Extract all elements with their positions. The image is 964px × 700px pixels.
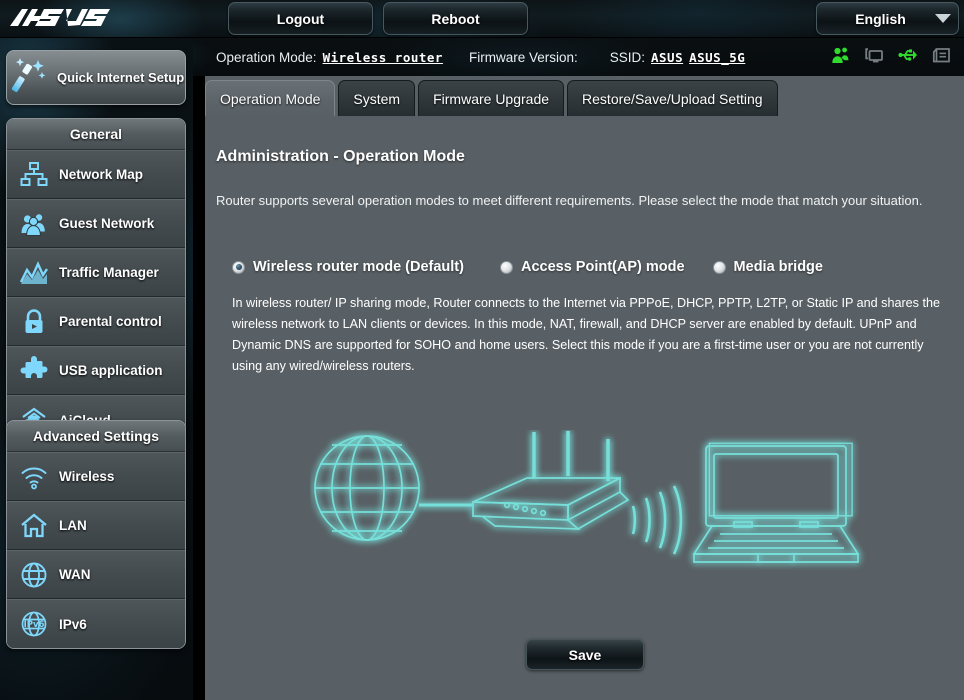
radio-indicator-icon bbox=[232, 260, 245, 274]
traffic-manager-icon bbox=[19, 258, 49, 288]
sidebar-item-label: WAN bbox=[59, 567, 91, 582]
sidebar-item-wan[interactable]: WAN bbox=[7, 550, 185, 599]
wireless-router-topology-diagram bbox=[310, 430, 880, 595]
tab-system[interactable]: System bbox=[338, 80, 416, 116]
sidebar-item-parental-control[interactable]: Parental control bbox=[7, 297, 185, 346]
header-status-icons bbox=[830, 45, 952, 65]
sidebar-item-label: LAN bbox=[59, 518, 87, 533]
puzzle-piece-icon bbox=[19, 355, 49, 386]
clients-users-icon[interactable] bbox=[830, 45, 850, 65]
logout-button[interactable]: Logout bbox=[228, 2, 373, 35]
radio-indicator-icon bbox=[712, 260, 726, 274]
firmware-version-label: Firmware Version: bbox=[468, 49, 578, 65]
chevron-down-icon bbox=[928, 14, 958, 23]
sidebar-item-label: USB application bbox=[59, 363, 163, 378]
magic-wand-icon bbox=[7, 52, 53, 103]
sidebar-item-label: Traffic Manager bbox=[59, 265, 159, 280]
home-icon bbox=[19, 511, 49, 541]
tab-restore-save-upload-setting[interactable]: Restore/Save/Upload Setting bbox=[567, 80, 778, 116]
language-select-value: English bbox=[855, 10, 906, 27]
radio-label: Wireless router mode (Default) bbox=[253, 259, 464, 275]
save-button[interactable]: Save bbox=[526, 639, 644, 670]
page-description: Router supports several operation modes … bbox=[216, 193, 923, 208]
tab-operation-mode[interactable]: Operation Mode bbox=[205, 80, 336, 116]
radio-indicator-icon bbox=[499, 260, 513, 274]
radio-label: Media bridge bbox=[733, 259, 823, 275]
sidebar-item-wireless[interactable]: Wireless bbox=[7, 452, 185, 501]
tab-bar: Operation Mode System Firmware Upgrade R… bbox=[205, 80, 964, 116]
sidebar-item-traffic-manager[interactable]: Traffic Manager bbox=[7, 248, 185, 297]
ipv6-globe-icon: IPv6 bbox=[19, 609, 49, 639]
sidebar-item-network-map[interactable]: Network Map bbox=[7, 150, 185, 199]
network-map-icon bbox=[19, 160, 49, 190]
sidebar-item-label: Wireless bbox=[59, 469, 115, 484]
sidebar-item-guest-network[interactable]: Guest Network bbox=[7, 199, 185, 248]
sidebar-group-advanced-title: Advanced Settings bbox=[7, 421, 185, 452]
mode-description: In wireless router/ IP sharing mode, Rou… bbox=[232, 296, 940, 373]
content-panel bbox=[205, 76, 964, 700]
lock-icon bbox=[19, 307, 49, 337]
top-bar: Logout Reboot English bbox=[0, 0, 964, 38]
sidebar-item-label: IPv6 bbox=[59, 616, 87, 632]
ssid-label: SSID: bbox=[609, 49, 645, 65]
operation-mode-radio-group: Wireless router mode (Default) Access Po… bbox=[232, 259, 932, 275]
router-admin-page: Logout Reboot English Operation Mode: Wi… bbox=[0, 0, 964, 700]
guest-network-icon bbox=[19, 209, 49, 239]
sidebar-item-usb-application[interactable]: USB application bbox=[7, 346, 185, 395]
sidebar-item-label: Guest Network bbox=[59, 216, 155, 231]
tab-firmware-upgrade[interactable]: Firmware Upgrade bbox=[418, 80, 565, 116]
header-divider bbox=[0, 37, 964, 38]
screens-icon[interactable] bbox=[864, 45, 884, 65]
quick-internet-setup-button[interactable]: Quick Internet Setup bbox=[6, 50, 186, 105]
sidebar: Quick Internet Setup General Network Map… bbox=[0, 38, 193, 700]
sidebar-item-label: Network Map bbox=[59, 167, 144, 182]
radio-label: Access Point(AP) mode bbox=[520, 259, 685, 275]
quick-internet-setup-label: Quick Internet Setup bbox=[57, 70, 185, 85]
operation-mode-value[interactable]: Wireless router bbox=[323, 50, 443, 65]
sidebar-group-advanced: Advanced Settings Wireless LAN WAN IPv6 … bbox=[6, 420, 186, 649]
sidebar-item-lan[interactable]: LAN bbox=[7, 501, 185, 550]
globe-icon bbox=[19, 560, 49, 590]
radio-wireless-router-mode[interactable]: Wireless router mode (Default) bbox=[232, 259, 464, 275]
wifi-icon bbox=[19, 462, 49, 492]
ssid-value-2g[interactable]: ASUS bbox=[651, 50, 683, 65]
asus-logo bbox=[8, 4, 118, 32]
sidebar-item-label: Parental control bbox=[59, 314, 162, 329]
svg-text:IPv6: IPv6 bbox=[24, 620, 45, 630]
radio-access-point-mode[interactable]: Access Point(AP) mode bbox=[499, 259, 685, 275]
operation-mode-label: Operation Mode: bbox=[216, 49, 317, 65]
reboot-button[interactable]: Reboot bbox=[383, 2, 528, 35]
sidebar-group-general: General Network Map Guest Network Traffi… bbox=[6, 118, 186, 445]
printer-icon[interactable] bbox=[932, 45, 952, 65]
usb-icon[interactable] bbox=[898, 45, 918, 65]
radio-media-bridge-mode[interactable]: Media bridge bbox=[712, 259, 823, 275]
sidebar-group-general-title: General bbox=[7, 119, 185, 150]
sidebar-item-ipv6[interactable]: IPv6 IPv6 bbox=[7, 599, 185, 648]
page-title: Administration - Operation Mode bbox=[216, 148, 465, 165]
info-bar-text: Operation Mode: Wireless router Firmware… bbox=[216, 46, 745, 68]
ssid-value-5g[interactable]: ASUS_5G bbox=[689, 50, 745, 65]
language-select[interactable]: English bbox=[816, 2, 959, 35]
